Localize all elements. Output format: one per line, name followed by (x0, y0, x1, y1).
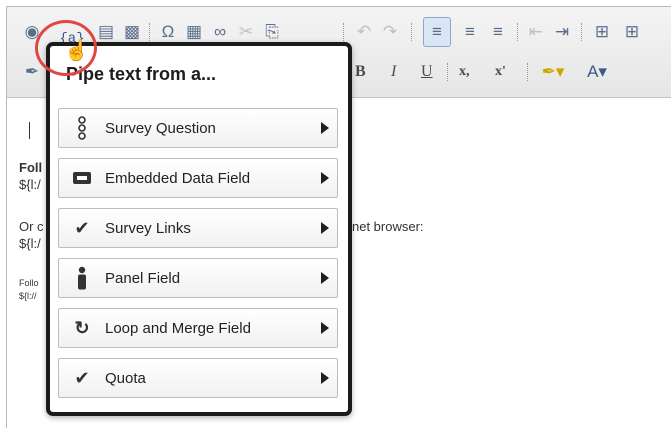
body-text-line: Follo (19, 278, 39, 288)
text-caret (29, 122, 30, 139)
toolbar-separator (411, 23, 412, 41)
menu-item-survey-links[interactable]: ✔ Survey Links (58, 208, 338, 248)
menu-item-survey-question[interactable]: Survey Question (58, 108, 338, 148)
toolbar-separator (517, 23, 518, 41)
superscript-button[interactable]: x' (495, 57, 506, 87)
menu-item-label: Survey Question (105, 120, 216, 137)
bold-button[interactable]: B (355, 57, 366, 87)
underline-button[interactable]: U (421, 57, 433, 87)
embedded-data-icon (71, 167, 93, 189)
text-color-icon[interactable]: A▾ (581, 57, 613, 87)
menu-item-label: Survey Links (105, 220, 191, 237)
align-left-icon[interactable]: ≡ (423, 17, 451, 47)
italic-button[interactable]: I (391, 57, 396, 87)
undo-icon[interactable]: ↶ (353, 17, 375, 47)
toolbar-separator (581, 23, 582, 41)
redo-icon[interactable]: ↷ (379, 17, 401, 47)
submenu-arrow-icon (321, 222, 329, 234)
submenu-arrow-icon (321, 322, 329, 334)
body-text-line: ${l:// (19, 291, 37, 301)
body-text-line: Or c (19, 219, 44, 234)
person-icon (71, 266, 93, 290)
pipe-text-popup: Pipe text from a... Survey Question Embe… (46, 42, 352, 416)
omega-icon: Ω (161, 22, 175, 41)
menu-item-label: Panel Field (105, 270, 181, 287)
loop-icon: ↻ (74, 317, 90, 338)
bulleted-list-icon[interactable]: ⊞ (621, 17, 643, 47)
checkmark-icon: ✔ (74, 367, 90, 388)
submenu-arrow-icon (321, 372, 329, 384)
menu-item-label: Loop and Merge Field (105, 320, 251, 337)
menu-item-label: Embedded Data Field (105, 170, 251, 187)
toolbar-separator (149, 23, 150, 41)
toolbar-separator (343, 23, 344, 41)
align-center-icon[interactable]: ≡ (459, 17, 481, 47)
align-right-icon[interactable]: ≡ (487, 17, 509, 47)
body-text-line: net browser: (352, 219, 424, 234)
toolbar-separator (447, 63, 448, 81)
submenu-arrow-icon (321, 122, 329, 134)
subscript-button[interactable]: x, (459, 57, 470, 87)
survey-question-icon (71, 116, 93, 140)
body-text-line: ${l:/ (19, 236, 41, 251)
hand-cursor-icon: ☝ (64, 40, 89, 62)
toolbar-separator (527, 63, 528, 81)
submenu-arrow-icon (321, 272, 329, 284)
menu-item-quota[interactable]: ✔ Quota (58, 358, 338, 398)
highlight-color-icon[interactable]: ✒▾ (537, 57, 569, 87)
indent-icon[interactable]: ⇥ (551, 17, 573, 47)
menu-item-label: Quota (105, 370, 146, 387)
menu-item-loop-and-merge-field[interactable]: ↻ Loop and Merge Field (58, 308, 338, 348)
numbered-list-icon[interactable]: ⊞ (591, 17, 613, 47)
menu-item-embedded-data-field[interactable]: Embedded Data Field (58, 158, 338, 198)
outdent-icon[interactable]: ⇤ (525, 17, 547, 47)
checkmark-icon: ✔ (74, 217, 90, 238)
menu-item-panel-field[interactable]: Panel Field (58, 258, 338, 298)
body-text-line: Foll (19, 160, 43, 175)
body-text-line: ${l:/ (19, 177, 41, 192)
submenu-arrow-icon (321, 172, 329, 184)
